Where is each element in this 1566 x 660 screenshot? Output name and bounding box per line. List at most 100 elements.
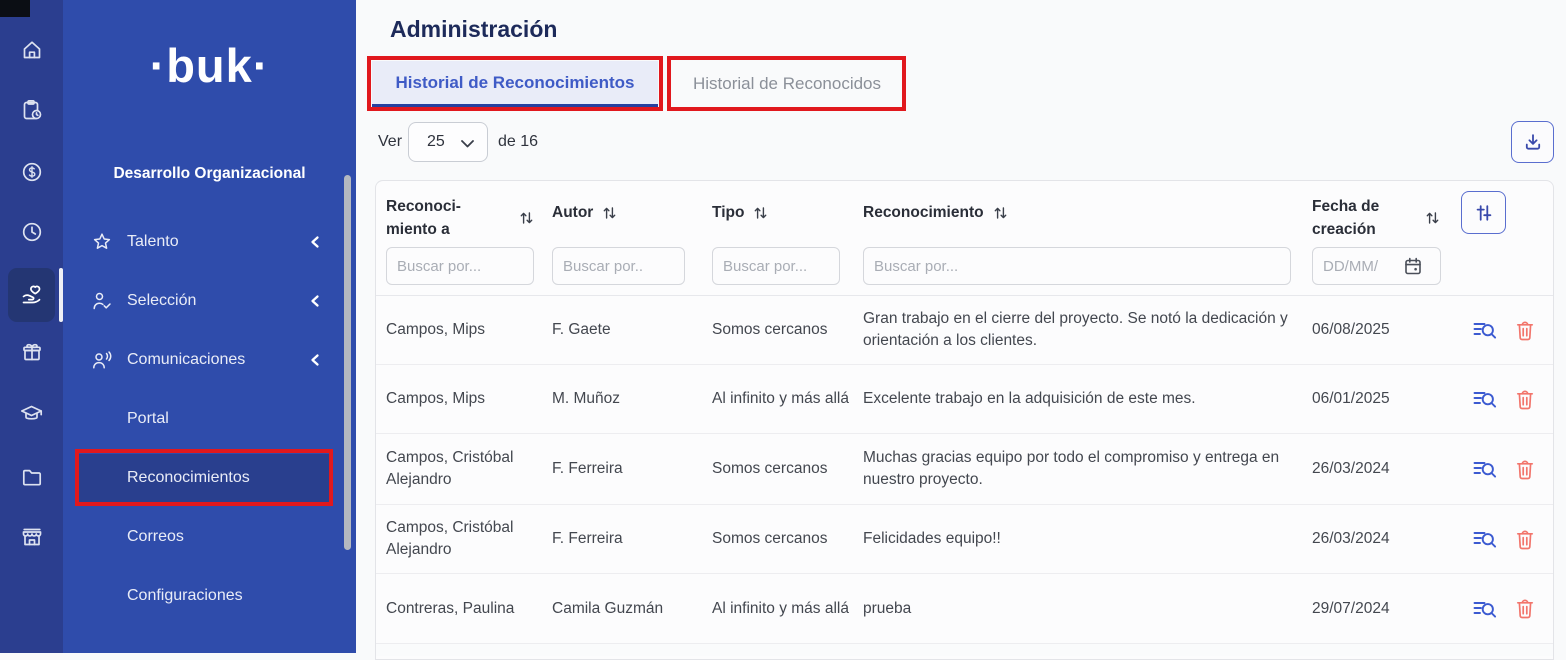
page-size-label: Ver (378, 122, 402, 162)
star-icon (90, 230, 114, 254)
list-search-icon (1472, 458, 1498, 480)
download-icon (1523, 132, 1543, 152)
sidebar-item-label: Portal (127, 410, 169, 428)
page-size-value: 25 (427, 133, 445, 151)
folder-icon[interactable] (0, 457, 63, 497)
sidebar-item-comunicaciones[interactable]: Comunicaciones (63, 340, 356, 380)
trash-icon (1516, 529, 1534, 550)
clock-icon[interactable] (0, 212, 63, 252)
cell-reconocimiento: prueba (863, 574, 1303, 643)
filter-input-tipo[interactable] (712, 247, 840, 285)
table-row: Campos, Mips F. Gaete Somos cercanos Gra… (376, 296, 1553, 365)
column-header-autor: Autor (552, 201, 617, 224)
view-details-button[interactable] (1470, 505, 1500, 573)
cell-tipo: Somos cercanos (712, 505, 857, 573)
sidebar-item-label: Selección (127, 292, 196, 310)
buk-logo: ·buk· (63, 38, 356, 93)
sort-icon[interactable] (519, 210, 534, 226)
filter-input-reconocimiento-a[interactable] (386, 247, 534, 285)
cell-reconocimiento: Felicidades equipo!! (863, 505, 1303, 573)
chevron-down-icon (461, 140, 474, 148)
table-row: Contreras, Paulina Camila Guzmán Al infi… (376, 574, 1553, 644)
cell-reconocimiento-a: Contreras, Paulina (386, 574, 541, 643)
hand-heart-icon[interactable] (0, 275, 63, 315)
filter-input-fecha[interactable] (1323, 258, 1401, 275)
cell-reconocimiento-a: Campos, Mips (386, 296, 541, 364)
sidebar-item-talento[interactable]: Talento (63, 222, 356, 262)
person-voice-icon (90, 348, 114, 372)
cell-fecha: 06/08/2025 (1312, 296, 1422, 364)
table-row: Campos, Mips M. Muñoz Al infinito y más … (376, 365, 1553, 434)
page-title: Administración (390, 16, 557, 43)
tab-label: Historial de Reconocimientos (396, 73, 635, 93)
chevron-left-icon (306, 233, 324, 251)
sidebar-item-correos[interactable]: Correos (63, 517, 356, 557)
sort-icon[interactable] (1425, 210, 1440, 226)
delete-button[interactable] (1512, 505, 1538, 573)
tab-historial-de-reconocimientos[interactable]: Historial de Reconocimientos (372, 61, 658, 107)
sidebar-item-reconocimientos[interactable]: Reconocimientos (63, 458, 356, 498)
cell-reconocimiento: Excelente trabajo en la adquisición de e… (863, 365, 1303, 433)
column-settings-button[interactable] (1461, 191, 1506, 234)
tab-label: Historial de Reconocidos (693, 74, 881, 94)
sidebar-item-label: Reconocimientos (127, 469, 250, 487)
sidebar-item-label: Talento (127, 233, 179, 251)
list-search-icon (1472, 388, 1498, 410)
storefront-icon[interactable] (0, 517, 63, 557)
cell-tipo: Somos cercanos (712, 296, 857, 364)
delete-button[interactable] (1512, 365, 1538, 433)
trash-icon (1516, 389, 1534, 410)
list-search-icon (1472, 319, 1498, 341)
cell-autor: F. Gaete (552, 296, 697, 364)
view-details-button[interactable] (1470, 365, 1500, 433)
delete-button[interactable] (1512, 434, 1538, 504)
delete-button[interactable] (1512, 574, 1538, 643)
sort-icon[interactable] (993, 205, 1008, 221)
cell-reconocimiento: Gran trabajo en el cierre del proyecto. … (863, 296, 1303, 364)
dollar-circle-icon[interactable] (0, 152, 63, 192)
cell-reconocimiento-a: Campos, Mips (386, 365, 541, 433)
cell-tipo: Al infinito y más allá (712, 365, 857, 433)
filter-input-autor[interactable] (552, 247, 685, 285)
view-details-button[interactable] (1470, 296, 1500, 364)
table-row: Campos, Cristóbal Alejandro F. Ferreira … (376, 434, 1553, 505)
column-header-tipo: Tipo (712, 201, 768, 224)
view-details-button[interactable] (1470, 574, 1500, 643)
module-title: Desarrollo Organizacional (63, 165, 356, 183)
cell-fecha: 26/03/2024 (1312, 434, 1422, 504)
download-button[interactable] (1511, 121, 1554, 163)
list-search-icon (1472, 528, 1498, 550)
cell-reconocimiento-a: Campos, Cristóbal Alejandro (386, 434, 541, 504)
home-icon[interactable] (0, 30, 63, 70)
sidebar-item-label: Correos (127, 528, 184, 546)
filter-date-field[interactable] (1312, 247, 1441, 285)
delete-button[interactable] (1512, 296, 1538, 364)
sort-icon[interactable] (753, 205, 768, 221)
cell-autor: F. Ferreira (552, 505, 697, 573)
cell-reconocimiento-a: Campos, Cristóbal Alejandro (386, 505, 541, 573)
sort-icon[interactable] (602, 205, 617, 221)
cell-tipo: Somos cercanos (712, 434, 857, 504)
sidebar-scrollbar-thumb[interactable] (344, 175, 351, 550)
column-header-reconocimiento-a: Reconoci- miento a (386, 195, 534, 241)
clipboard-clock-icon[interactable] (0, 90, 63, 130)
sidebar-item-configuraciones[interactable]: Configuraciones (63, 576, 356, 616)
cell-autor: M. Muñoz (552, 365, 697, 433)
cell-tipo: Al infinito y más allá (712, 574, 857, 643)
column-header-reconocimiento: Reconocimiento (863, 201, 1008, 224)
cell-fecha: 06/01/2025 (1312, 365, 1422, 433)
sidebar-item-portal[interactable]: Portal (63, 399, 356, 439)
filter-input-reconocimiento[interactable] (863, 247, 1291, 285)
view-details-button[interactable] (1470, 434, 1500, 504)
gift-icon[interactable] (0, 332, 63, 372)
sidebar-item-seleccion[interactable]: Selección (63, 281, 356, 321)
tab-historial-de-reconocidos[interactable]: Historial de Reconocidos (672, 61, 902, 107)
trash-icon (1516, 320, 1534, 341)
page-size-select[interactable]: 25 (408, 122, 488, 162)
trash-icon (1516, 459, 1534, 480)
calendar-icon[interactable] (1403, 256, 1423, 276)
graduation-cap-icon[interactable] (0, 393, 63, 433)
cell-fecha: 26/03/2024 (1312, 505, 1422, 573)
cell-reconocimiento: Muchas gracias equipo por todo el compro… (863, 434, 1303, 504)
column-header-fecha-de-creacion: Fecha de creación (1312, 195, 1440, 241)
